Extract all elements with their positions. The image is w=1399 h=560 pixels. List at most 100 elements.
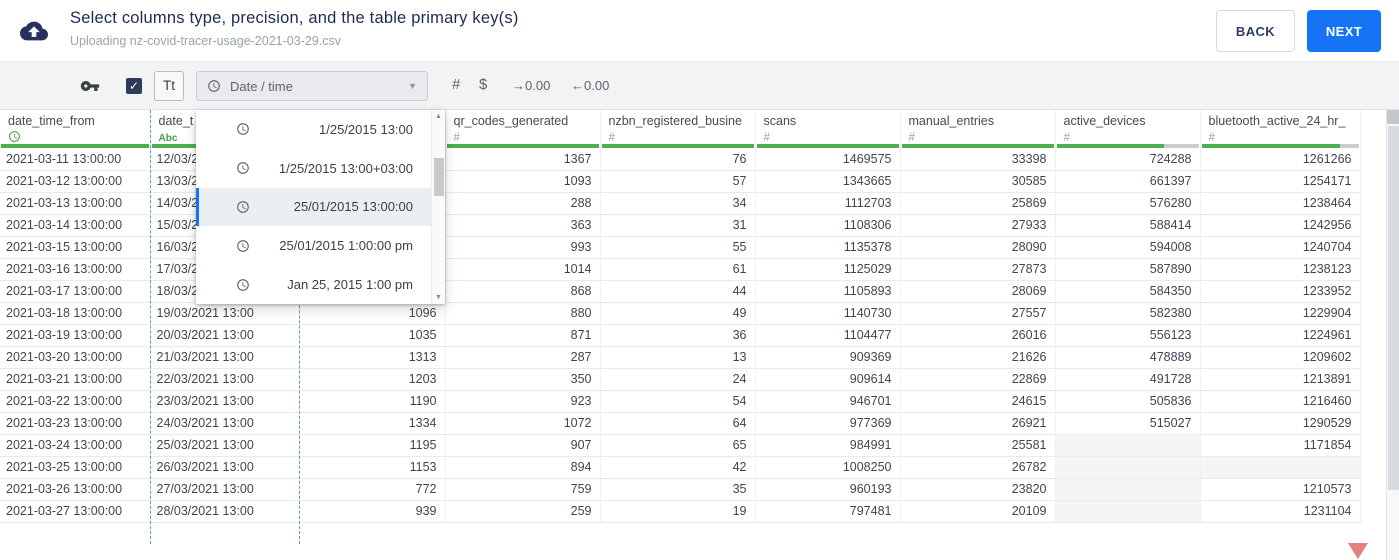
table-cell[interactable]: 1238464 bbox=[1200, 192, 1361, 215]
table-cell[interactable]: 1233952 bbox=[1200, 280, 1361, 303]
table-cell[interactable] bbox=[1055, 500, 1201, 523]
column-header-qr_codes_generated[interactable]: qr_codes_generated # bbox=[445, 110, 601, 149]
table-cell[interactable]: 588414 bbox=[1055, 214, 1201, 237]
vertical-scrollbar[interactable] bbox=[1386, 110, 1399, 560]
table-cell[interactable]: 27/03/2021 13:00 bbox=[150, 478, 300, 501]
table-cell[interactable]: 1105893 bbox=[755, 280, 901, 303]
table-cell[interactable]: 993 bbox=[445, 236, 601, 259]
table-cell[interactable]: 1171854 bbox=[1200, 434, 1361, 457]
table-cell[interactable]: 759 bbox=[445, 478, 601, 501]
table-cell[interactable]: 2021-03-19 13:00:00 bbox=[0, 324, 151, 347]
table-cell[interactable]: 2021-03-16 13:00:00 bbox=[0, 258, 151, 281]
table-cell[interactable]: 28069 bbox=[900, 280, 1056, 303]
table-cell[interactable] bbox=[1200, 456, 1361, 479]
table-cell[interactable]: 2021-03-12 13:00:00 bbox=[0, 170, 151, 193]
table-cell[interactable]: 20/03/2021 13:00 bbox=[150, 324, 300, 347]
table-cell[interactable]: 909614 bbox=[755, 368, 901, 391]
column-header-manual_entries[interactable]: manual_entries # bbox=[900, 110, 1056, 149]
table-cell[interactable]: 1096 bbox=[299, 302, 446, 325]
table-cell[interactable]: 1242956 bbox=[1200, 214, 1361, 237]
format-option[interactable]: 25/01/2015 1:00:00 pm bbox=[196, 226, 431, 265]
table-cell[interactable]: 1367 bbox=[445, 149, 601, 171]
table-cell[interactable]: 1210573 bbox=[1200, 478, 1361, 501]
table-cell[interactable]: 1254171 bbox=[1200, 170, 1361, 193]
primary-key-icon[interactable] bbox=[80, 76, 100, 96]
table-cell[interactable]: 907 bbox=[445, 434, 601, 457]
table-cell[interactable]: 1216460 bbox=[1200, 390, 1361, 413]
table-cell[interactable]: 2021-03-11 13:00:00 bbox=[0, 149, 151, 171]
table-cell[interactable]: 960193 bbox=[755, 478, 901, 501]
table-cell[interactable]: 594008 bbox=[1055, 236, 1201, 259]
table-cell[interactable]: 1093 bbox=[445, 170, 601, 193]
table-cell[interactable]: 49 bbox=[600, 302, 756, 325]
table-cell[interactable]: 797481 bbox=[755, 500, 901, 523]
number-type-button[interactable]: # bbox=[452, 76, 460, 93]
table-cell[interactable]: 2021-03-21 13:00:00 bbox=[0, 368, 151, 391]
datetime-type-select[interactable]: Date / time ▼ bbox=[196, 71, 428, 101]
table-cell[interactable]: 23820 bbox=[900, 478, 1056, 501]
table-cell[interactable]: 24/03/2021 13:00 bbox=[150, 412, 300, 435]
table-cell[interactable]: 1125029 bbox=[755, 258, 901, 281]
table-cell[interactable]: 505836 bbox=[1055, 390, 1201, 413]
table-cell[interactable]: 491728 bbox=[1055, 368, 1201, 391]
table-cell[interactable]: 661397 bbox=[1055, 170, 1201, 193]
table-cell[interactable]: 1290529 bbox=[1200, 412, 1361, 435]
next-button[interactable]: NEXT bbox=[1307, 10, 1381, 52]
table-cell[interactable]: 35 bbox=[600, 478, 756, 501]
table-cell[interactable]: 33398 bbox=[900, 149, 1056, 171]
table-cell[interactable]: 2021-03-25 13:00:00 bbox=[0, 456, 151, 479]
table-cell[interactable]: 363 bbox=[445, 214, 601, 237]
format-option[interactable]: Jan 25, 2015 1:00 pm bbox=[196, 265, 431, 304]
table-cell[interactable]: 1140730 bbox=[755, 302, 901, 325]
table-cell[interactable]: 65 bbox=[600, 434, 756, 457]
table-cell[interactable]: 30585 bbox=[900, 170, 1056, 193]
table-cell[interactable]: 515027 bbox=[1055, 412, 1201, 435]
table-cell[interactable]: 2021-03-27 13:00:00 bbox=[0, 500, 151, 523]
table-cell[interactable]: 21/03/2021 13:00 bbox=[150, 346, 300, 369]
table-cell[interactable]: 946701 bbox=[755, 390, 901, 413]
table-cell[interactable]: 24 bbox=[600, 368, 756, 391]
table-cell[interactable]: 13 bbox=[600, 346, 756, 369]
column-header-scans[interactable]: scans # bbox=[755, 110, 901, 149]
table-cell[interactable]: 772 bbox=[299, 478, 446, 501]
table-cell[interactable] bbox=[1055, 478, 1201, 501]
table-cell[interactable] bbox=[1055, 456, 1201, 479]
table-cell[interactable]: 26782 bbox=[900, 456, 1056, 479]
table-cell[interactable]: 24615 bbox=[900, 390, 1056, 413]
table-cell[interactable]: 1008250 bbox=[755, 456, 901, 479]
table-cell[interactable]: 1261266 bbox=[1200, 149, 1361, 171]
table-cell[interactable]: 64 bbox=[600, 412, 756, 435]
table-cell[interactable]: 54 bbox=[600, 390, 756, 413]
table-cell[interactable]: 61 bbox=[600, 258, 756, 281]
table-cell[interactable]: 19/03/2021 13:00 bbox=[150, 302, 300, 325]
table-cell[interactable]: 2021-03-23 13:00:00 bbox=[0, 412, 151, 435]
table-cell[interactable]: 22869 bbox=[900, 368, 1056, 391]
table-cell[interactable]: 55 bbox=[600, 236, 756, 259]
table-cell[interactable]: 977369 bbox=[755, 412, 901, 435]
table-cell[interactable]: 34 bbox=[600, 192, 756, 215]
table-cell[interactable]: 28090 bbox=[900, 236, 1056, 259]
table-cell[interactable]: 21626 bbox=[900, 346, 1056, 369]
column-header-bluetooth_active_24_hr_[interactable]: bluetooth_active_24_hr_ # bbox=[1200, 110, 1361, 149]
table-cell[interactable]: 1334 bbox=[299, 412, 446, 435]
table-cell[interactable]: 1213891 bbox=[1200, 368, 1361, 391]
table-cell[interactable]: 1104477 bbox=[755, 324, 901, 347]
table-cell[interactable]: 42 bbox=[600, 456, 756, 479]
table-cell[interactable]: 1231104 bbox=[1200, 500, 1361, 523]
table-cell[interactable]: 1343665 bbox=[755, 170, 901, 193]
table-cell[interactable]: 27557 bbox=[900, 302, 1056, 325]
table-cell[interactable]: 57 bbox=[600, 170, 756, 193]
scroll-down-icon[interactable]: ▼ bbox=[432, 294, 445, 301]
table-cell[interactable]: 23/03/2021 13:00 bbox=[150, 390, 300, 413]
table-cell[interactable]: 44 bbox=[600, 280, 756, 303]
table-cell[interactable]: 2021-03-18 13:00:00 bbox=[0, 302, 151, 325]
table-cell[interactable]: 894 bbox=[445, 456, 601, 479]
dropdown-scrollbar-thumb[interactable] bbox=[434, 158, 444, 196]
column-header-active_devices[interactable]: active_devices # bbox=[1055, 110, 1201, 149]
table-cell[interactable]: 1238123 bbox=[1200, 258, 1361, 281]
table-cell[interactable]: 25/03/2021 13:00 bbox=[150, 434, 300, 457]
format-option[interactable]: 25/01/2015 13:00:00 bbox=[196, 187, 431, 227]
precision-decrease-button[interactable]: ←0.00 bbox=[571, 78, 609, 93]
table-cell[interactable]: 724288 bbox=[1055, 149, 1201, 171]
table-cell[interactable] bbox=[1055, 434, 1201, 457]
